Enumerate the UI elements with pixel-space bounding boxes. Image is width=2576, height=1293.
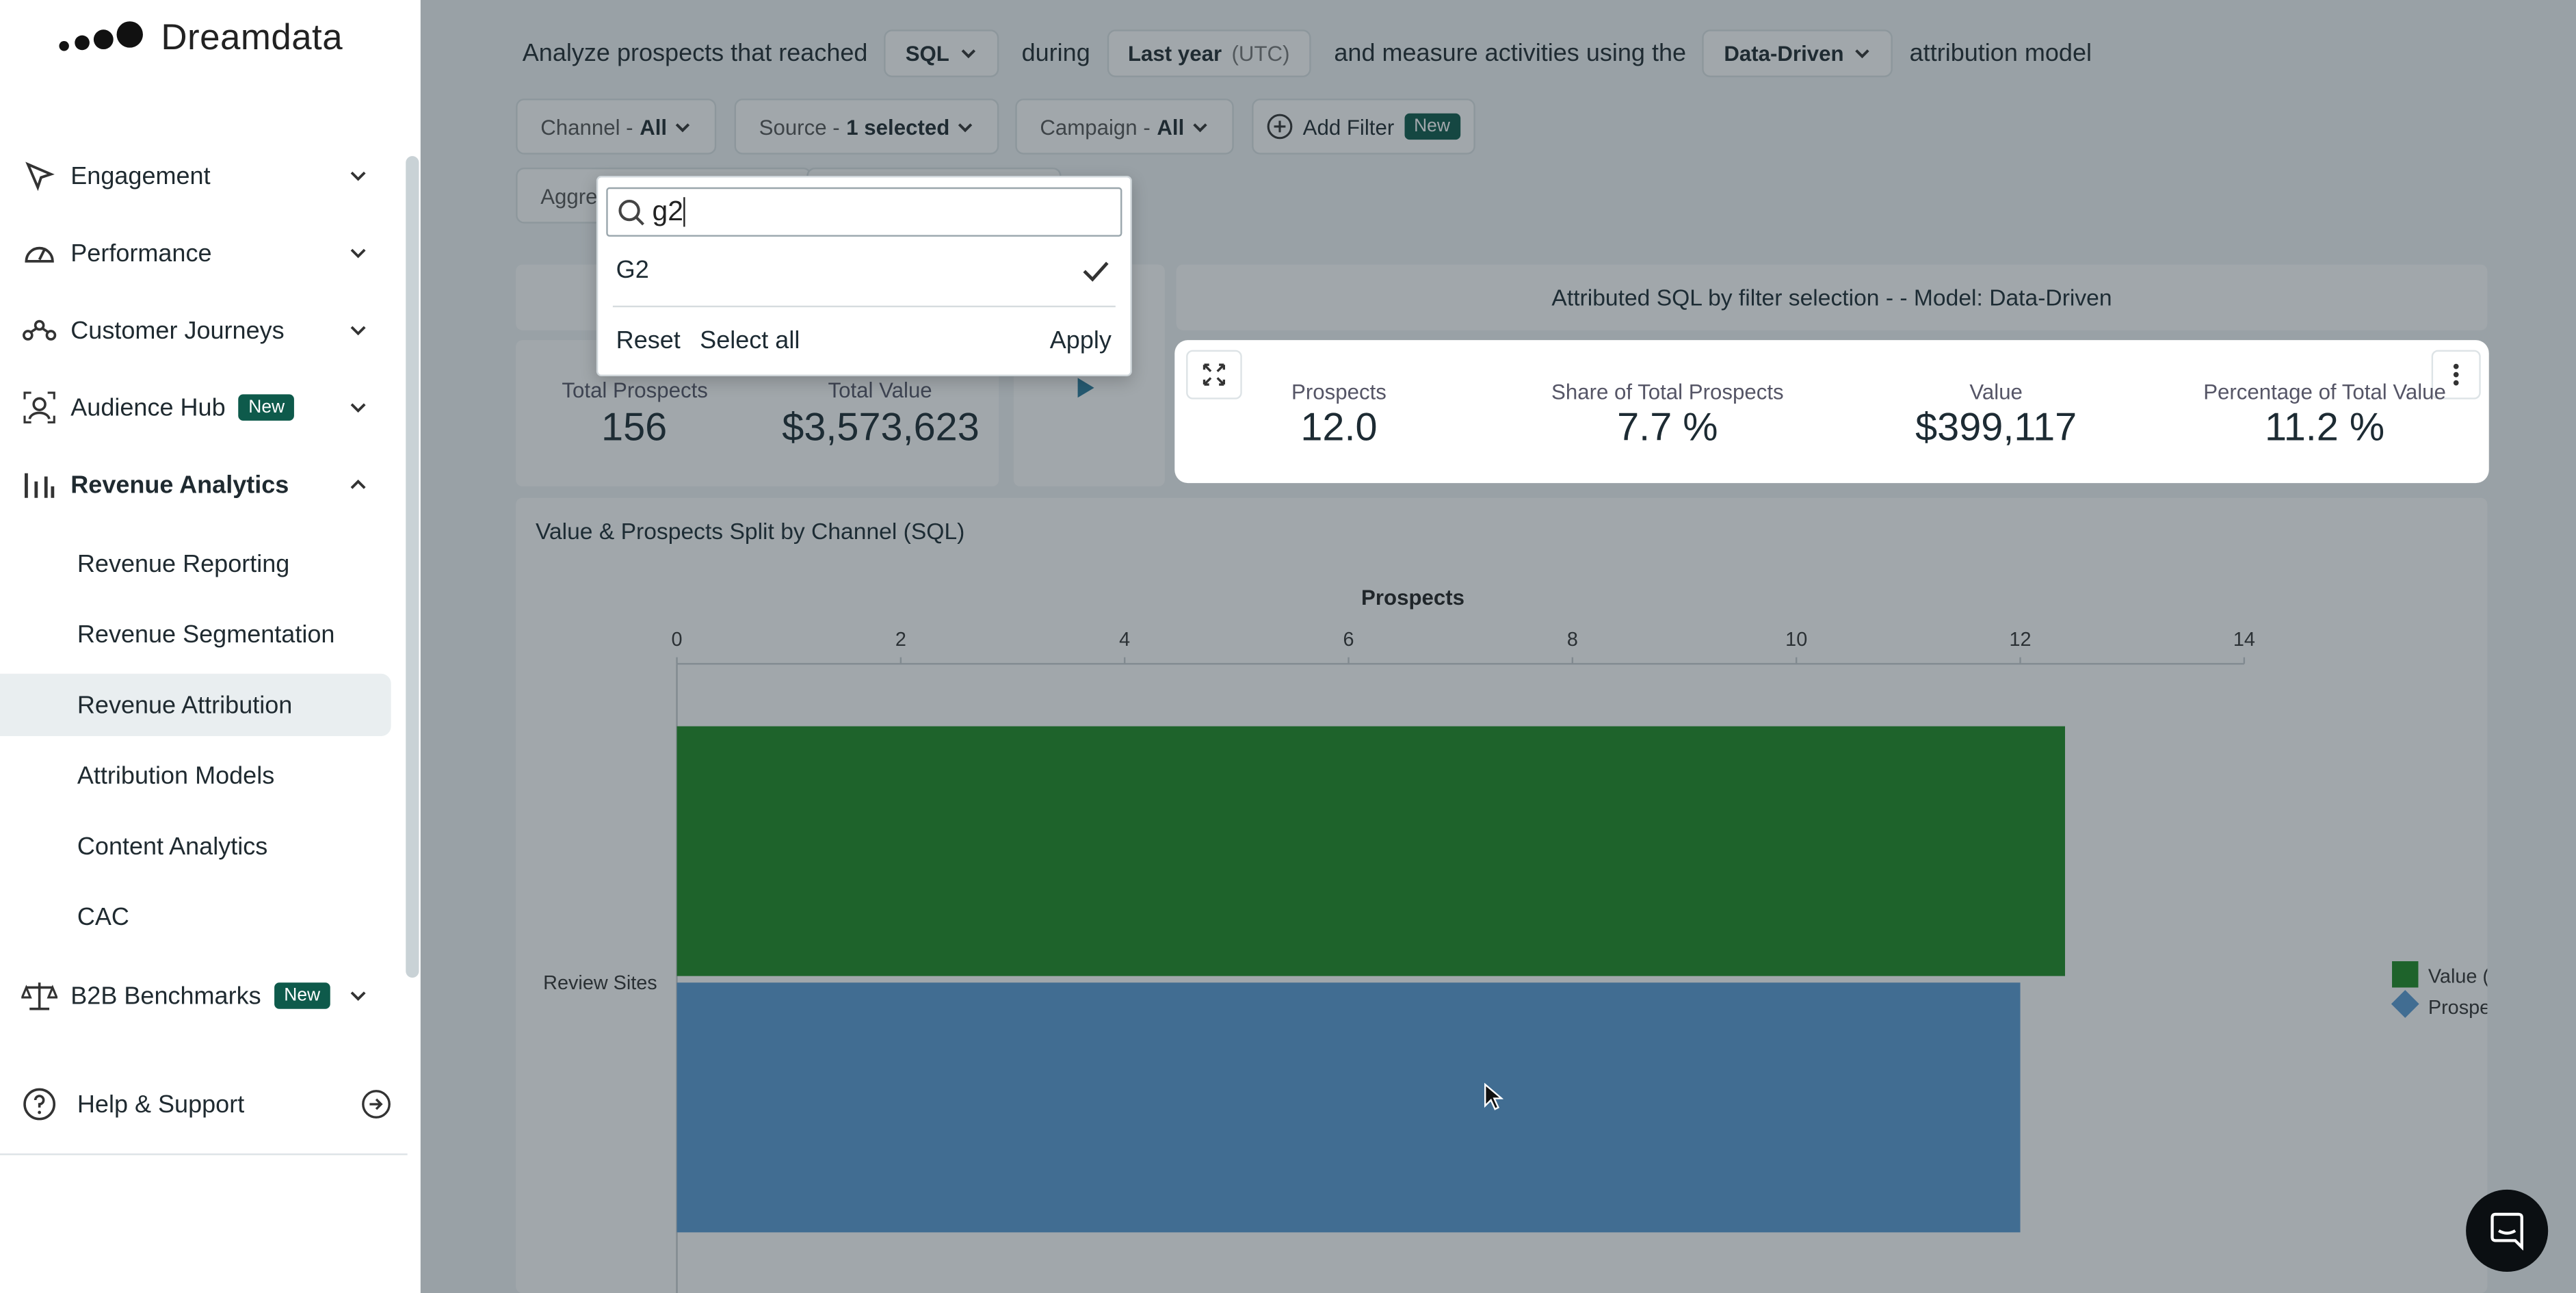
nav-label: Revenue Analytics: [70, 471, 289, 499]
nav-label: Engagement: [70, 161, 211, 190]
sub-item-attribution-models[interactable]: Attribution Models: [0, 744, 391, 807]
sub-item-label: Content Analytics: [77, 832, 268, 861]
sidebar-scrollbar[interactable]: [406, 156, 419, 978]
sub-item-label: Revenue Attribution: [77, 690, 293, 719]
scale-icon: [20, 976, 60, 1016]
cursor-icon: [20, 156, 60, 196]
arrow-right-circle-icon[interactable]: [361, 1089, 391, 1119]
nav-label: Performance: [70, 239, 212, 267]
source-dropdown: g2 G2 Reset Select all Apply: [596, 175, 1132, 377]
text-caret: [683, 197, 685, 227]
sub-item-label: Revenue Reporting: [77, 549, 290, 578]
pct-value: 11.2 %: [2264, 406, 2385, 451]
dropdown-search[interactable]: g2: [606, 187, 1122, 237]
chat-icon: [2490, 1212, 2523, 1251]
audience-icon: [20, 388, 60, 428]
attributed-kpi-card: Prospects 12.0 Share of Total Prospects …: [1174, 340, 2489, 484]
chevron-down-icon: [350, 248, 366, 259]
sidebar: Dreamdata Engagement Performance Custome…: [0, 0, 421, 1293]
checkmark-icon: [1083, 261, 1109, 282]
nav-label: B2B Benchmarks: [70, 982, 261, 1010]
chevron-down-icon: [350, 171, 366, 181]
chevron-down-icon: [350, 326, 366, 336]
mouse-cursor-icon: [1484, 1082, 1503, 1110]
brand-name: Dreamdata: [161, 16, 343, 58]
help-icon: [20, 1084, 60, 1124]
nav-revenue-analytics[interactable]: Revenue Analytics: [20, 455, 395, 514]
new-badge: New: [274, 982, 330, 1009]
dropdown-divider: [612, 305, 1116, 308]
nav-audience-hub[interactable]: Audience Hub New: [20, 378, 395, 436]
nav-label: Help & Support: [77, 1090, 245, 1119]
share-value: 7.7 %: [1617, 406, 1718, 451]
prospects-label: Prospects: [1291, 379, 1386, 404]
reset-button[interactable]: Reset: [616, 327, 681, 355]
search-input-value[interactable]: g2: [653, 196, 683, 228]
sub-item-revenue-attribution[interactable]: Revenue Attribution: [0, 673, 391, 737]
nav-b2b-benchmarks[interactable]: B2B Benchmarks New: [20, 966, 395, 1025]
bar-chart-icon: [20, 465, 60, 505]
value-value: $399,117: [1915, 406, 2077, 451]
sub-item-label: CAC: [77, 902, 129, 931]
sub-item-cac[interactable]: CAC: [0, 886, 391, 948]
nav-help-support[interactable]: Help & Support: [20, 1075, 395, 1134]
gauge-icon: [20, 233, 60, 273]
chevron-up-icon: [350, 480, 366, 489]
chevron-down-icon: [350, 403, 366, 413]
apply-button[interactable]: Apply: [1050, 327, 1112, 355]
chat-launcher-button[interactable]: [2466, 1189, 2549, 1272]
share-label: Share of Total Prospects: [1551, 379, 1784, 404]
pct-label: Percentage of Total Value: [2203, 379, 2446, 404]
sub-item-revenue-reporting[interactable]: Revenue Reporting: [0, 532, 391, 595]
sub-item-content-analytics[interactable]: Content Analytics: [0, 815, 391, 877]
select-all-button[interactable]: Select all: [700, 327, 800, 355]
journey-icon: [20, 311, 60, 350]
chevron-down-icon: [350, 991, 366, 1002]
option-g2[interactable]: G2: [598, 246, 1130, 296]
sub-item-revenue-segmentation[interactable]: Revenue Segmentation: [0, 603, 391, 665]
new-badge: New: [238, 394, 295, 421]
dreamdata-logo-icon: [59, 21, 143, 51]
nav-label: Audience Hub: [70, 393, 226, 422]
option-label: G2: [616, 256, 649, 285]
nav-engagement[interactable]: Engagement: [20, 146, 395, 205]
sub-item-label: Attribution Models: [77, 761, 275, 790]
search-icon: [618, 198, 644, 225]
nav-label: Customer Journeys: [70, 316, 285, 345]
nav-performance[interactable]: Performance: [20, 224, 395, 283]
prospects-value: 12.0: [1300, 406, 1378, 451]
value-label: Value: [1969, 379, 2023, 404]
brand-logo[interactable]: Dreamdata: [56, 16, 343, 59]
nav-customer-journeys[interactable]: Customer Journeys: [20, 301, 395, 360]
sub-item-label: Revenue Segmentation: [77, 620, 335, 649]
divider: [0, 1153, 408, 1155]
